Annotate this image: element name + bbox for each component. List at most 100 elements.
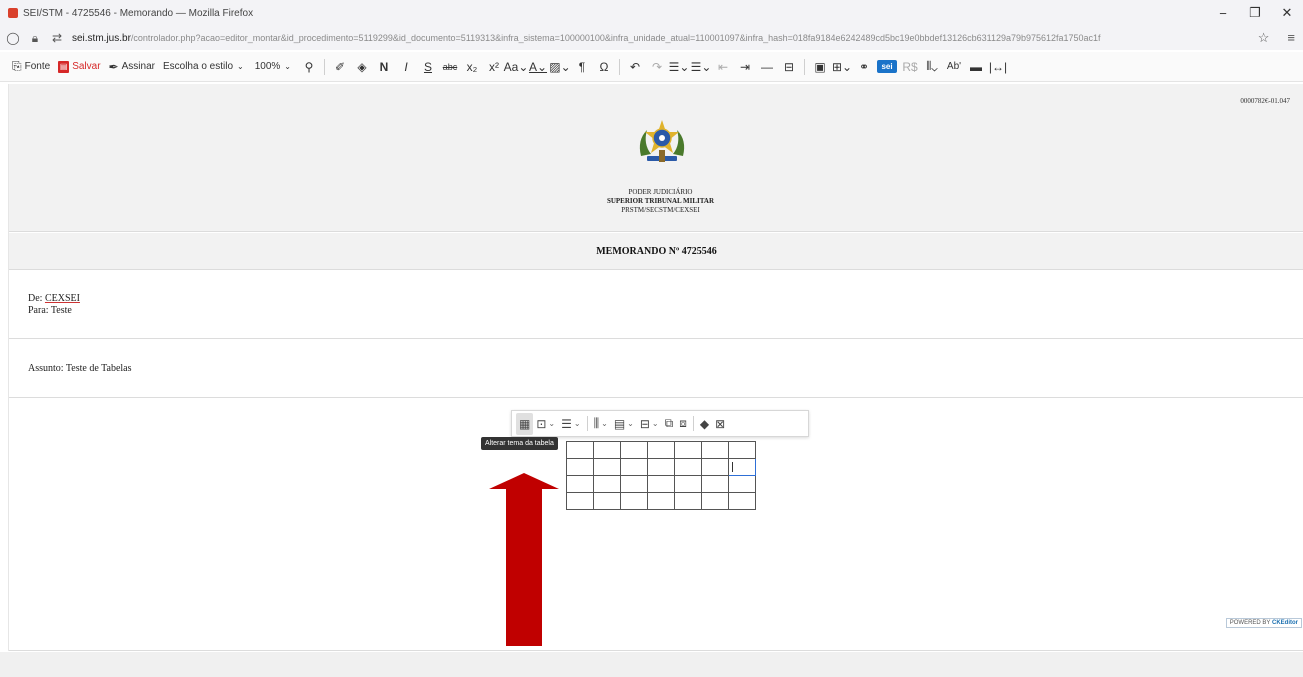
table-cell[interactable] xyxy=(620,441,648,459)
table-cell[interactable] xyxy=(674,441,702,459)
subscript-icon[interactable]: x₂ xyxy=(461,56,483,78)
undo-icon[interactable]: ↶ xyxy=(624,56,646,78)
document-number: 0000782€-01.047 xyxy=(1240,97,1290,105)
redo-icon[interactable]: ↷ xyxy=(646,56,668,78)
strikethrough-icon[interactable]: abc xyxy=(439,56,461,78)
table-cell[interactable] xyxy=(701,492,729,510)
table-cell[interactable] xyxy=(593,492,621,510)
table-cell[interactable] xyxy=(566,492,594,510)
document-header: 0000782€-01.047 PODER JUDICIÁRIO SUPERIO… xyxy=(9,84,1303,232)
cell-insert-button[interactable]: ⧉ xyxy=(662,413,677,435)
paragraph-icon[interactable]: ¶ xyxy=(571,56,593,78)
table-properties-button[interactable]: ⊡ ⌄ xyxy=(533,413,558,435)
font-size-icon[interactable]: Aa⌄ xyxy=(504,56,529,78)
body-section[interactable]: ▦ ⊡ ⌄ ☰ ⌄ ⫼ ⌄ ▤ ⌄ ⊟ ⌄ ⧉ ⧈ ◆ ⊠ Alterar tema da… xyxy=(9,399,1303,651)
link-icon[interactable]: ⚭ xyxy=(853,56,875,78)
toolbar-separator xyxy=(324,58,325,75)
columns-icon[interactable]: ⫴⌄ xyxy=(921,56,943,78)
table-cell[interactable] xyxy=(566,458,594,476)
table-cell[interactable] xyxy=(647,441,675,459)
url-field[interactable]: sei.stm.jus.br/controlador.php?acao=edit… xyxy=(72,33,1187,44)
image-icon[interactable]: ▣ xyxy=(809,56,831,78)
table-cell[interactable] xyxy=(647,475,675,493)
table-columns-button[interactable]: ⫼ ⌄ xyxy=(591,413,611,435)
remove-table-icon: ⊠ xyxy=(715,416,726,431)
salvar-button[interactable]: ▤ Salvar xyxy=(54,56,104,78)
table-cell[interactable] xyxy=(647,458,675,476)
table-row xyxy=(566,441,756,459)
remove-table-button[interactable]: ⊠ xyxy=(712,413,728,435)
table-cell[interactable] xyxy=(566,441,594,459)
table-cell[interactable] xyxy=(593,475,621,493)
table-merge-button[interactable]: ⊟ ⌄ xyxy=(637,413,662,435)
numbered-list-icon[interactable]: ☰⌄ xyxy=(668,56,690,78)
shield-icon[interactable]: ◯ xyxy=(4,31,22,45)
close-button[interactable]: ✕ xyxy=(1271,0,1303,26)
table-cell[interactable] xyxy=(620,492,648,510)
restore-button[interactable]: ❐ xyxy=(1239,0,1271,26)
cell-delete-button[interactable]: ⧈ xyxy=(676,413,690,435)
table-rows-button[interactable]: ▤ ⌄ xyxy=(611,413,637,435)
table-row xyxy=(566,492,756,510)
find-replace-icon[interactable]: ⚲ xyxy=(298,56,320,78)
horizontal-line-icon[interactable]: — xyxy=(756,56,778,78)
table-cell[interactable] xyxy=(701,458,729,476)
table-cell[interactable] xyxy=(674,458,702,476)
lock-icon[interactable]: 🔒︎ xyxy=(26,31,44,46)
page-break-icon[interactable]: ⊟ xyxy=(778,56,800,78)
underline-icon[interactable]: S xyxy=(417,56,439,78)
table-align-button[interactable]: ☰ ⌄ xyxy=(558,413,583,435)
menu-hamburger-icon[interactable]: ≡ xyxy=(1287,30,1295,46)
ckeditor-powered-badge[interactable]: POWERED BY CKEditor xyxy=(1225,618,1302,628)
table-cell[interactable] xyxy=(566,475,594,493)
italic-icon[interactable]: I xyxy=(395,56,417,78)
table-cell[interactable] xyxy=(593,458,621,476)
table-icon[interactable]: ⊞⌄ xyxy=(831,56,853,78)
table-context-toolbar: ▦ ⊡ ⌄ ☰ ⌄ ⫼ ⌄ ▤ ⌄ ⊟ ⌄ ⧉ ⧈ ◆ ⊠ xyxy=(511,410,809,437)
font-color-icon[interactable]: A⌄ xyxy=(527,56,549,78)
table-theme-button[interactable]: ▦ xyxy=(516,412,534,435)
toolbar-separator xyxy=(804,58,805,75)
comment-icon[interactable]: ▬ xyxy=(965,56,987,78)
bookmark-star-icon[interactable]: ☆ xyxy=(1258,30,1270,46)
minimize-button[interactable]: − xyxy=(1207,0,1239,26)
chevron-down-icon: ⌄ xyxy=(548,419,556,428)
window-title: SEI/STM - 4725546 - Memorando — Mozilla … xyxy=(23,7,254,19)
table-cell[interactable] xyxy=(701,441,729,459)
org-line-2: SUPERIOR TRIBUNAL MILITAR xyxy=(606,197,715,205)
style-select[interactable]: Escolha o estilo ⌄ xyxy=(159,56,251,78)
table-cell[interactable] xyxy=(593,441,621,459)
document-table[interactable] xyxy=(566,441,756,510)
from-to-section[interactable]: De: CEXSEI Para: Teste xyxy=(9,271,1303,339)
abbreviation-icon[interactable]: Ab' xyxy=(943,56,965,78)
background-color-icon[interactable]: ▨⌄ xyxy=(549,56,571,78)
zoom-select[interactable]: 100% ⌄ xyxy=(251,56,298,78)
outdent-icon[interactable]: ⇤ xyxy=(712,56,734,78)
sei-link-icon[interactable]: sei xyxy=(877,60,897,73)
permissions-icon[interactable]: ⇄ xyxy=(48,31,66,45)
remove-format-icon[interactable]: ◈ xyxy=(351,56,373,78)
indent-icon[interactable]: ⇥ xyxy=(734,56,756,78)
table-cell[interactable] xyxy=(620,475,648,493)
bold-icon[interactable]: N xyxy=(373,56,395,78)
fonte-button[interactable]: ⎘ Fonte xyxy=(8,56,54,78)
special-char-icon[interactable]: Ω xyxy=(593,56,615,78)
currency-icon[interactable]: R$ xyxy=(899,56,921,78)
table-cell[interactable] xyxy=(701,475,729,493)
table-cell[interactable] xyxy=(647,492,675,510)
table-cell[interactable] xyxy=(728,475,756,493)
fit-width-icon[interactable]: |↔| xyxy=(987,56,1009,78)
table-cell-selected[interactable] xyxy=(728,458,756,476)
table-cell[interactable] xyxy=(728,492,756,510)
bulleted-list-icon[interactable]: ☰⌄ xyxy=(690,56,712,78)
window-controls: − ❐ ✕ xyxy=(1207,0,1303,26)
superscript-icon[interactable]: x² xyxy=(483,56,505,78)
table-cell[interactable] xyxy=(728,441,756,459)
table-cell[interactable] xyxy=(674,475,702,493)
table-cell[interactable] xyxy=(674,492,702,510)
table-cell[interactable] xyxy=(620,458,648,476)
assinar-button[interactable]: ✒ Assinar xyxy=(105,56,159,78)
eraser-button[interactable]: ◆ xyxy=(697,413,712,435)
format-painter-icon[interactable]: ✐ xyxy=(329,56,351,78)
subject-section[interactable]: Assunto: Teste de Tabelas xyxy=(9,340,1303,398)
